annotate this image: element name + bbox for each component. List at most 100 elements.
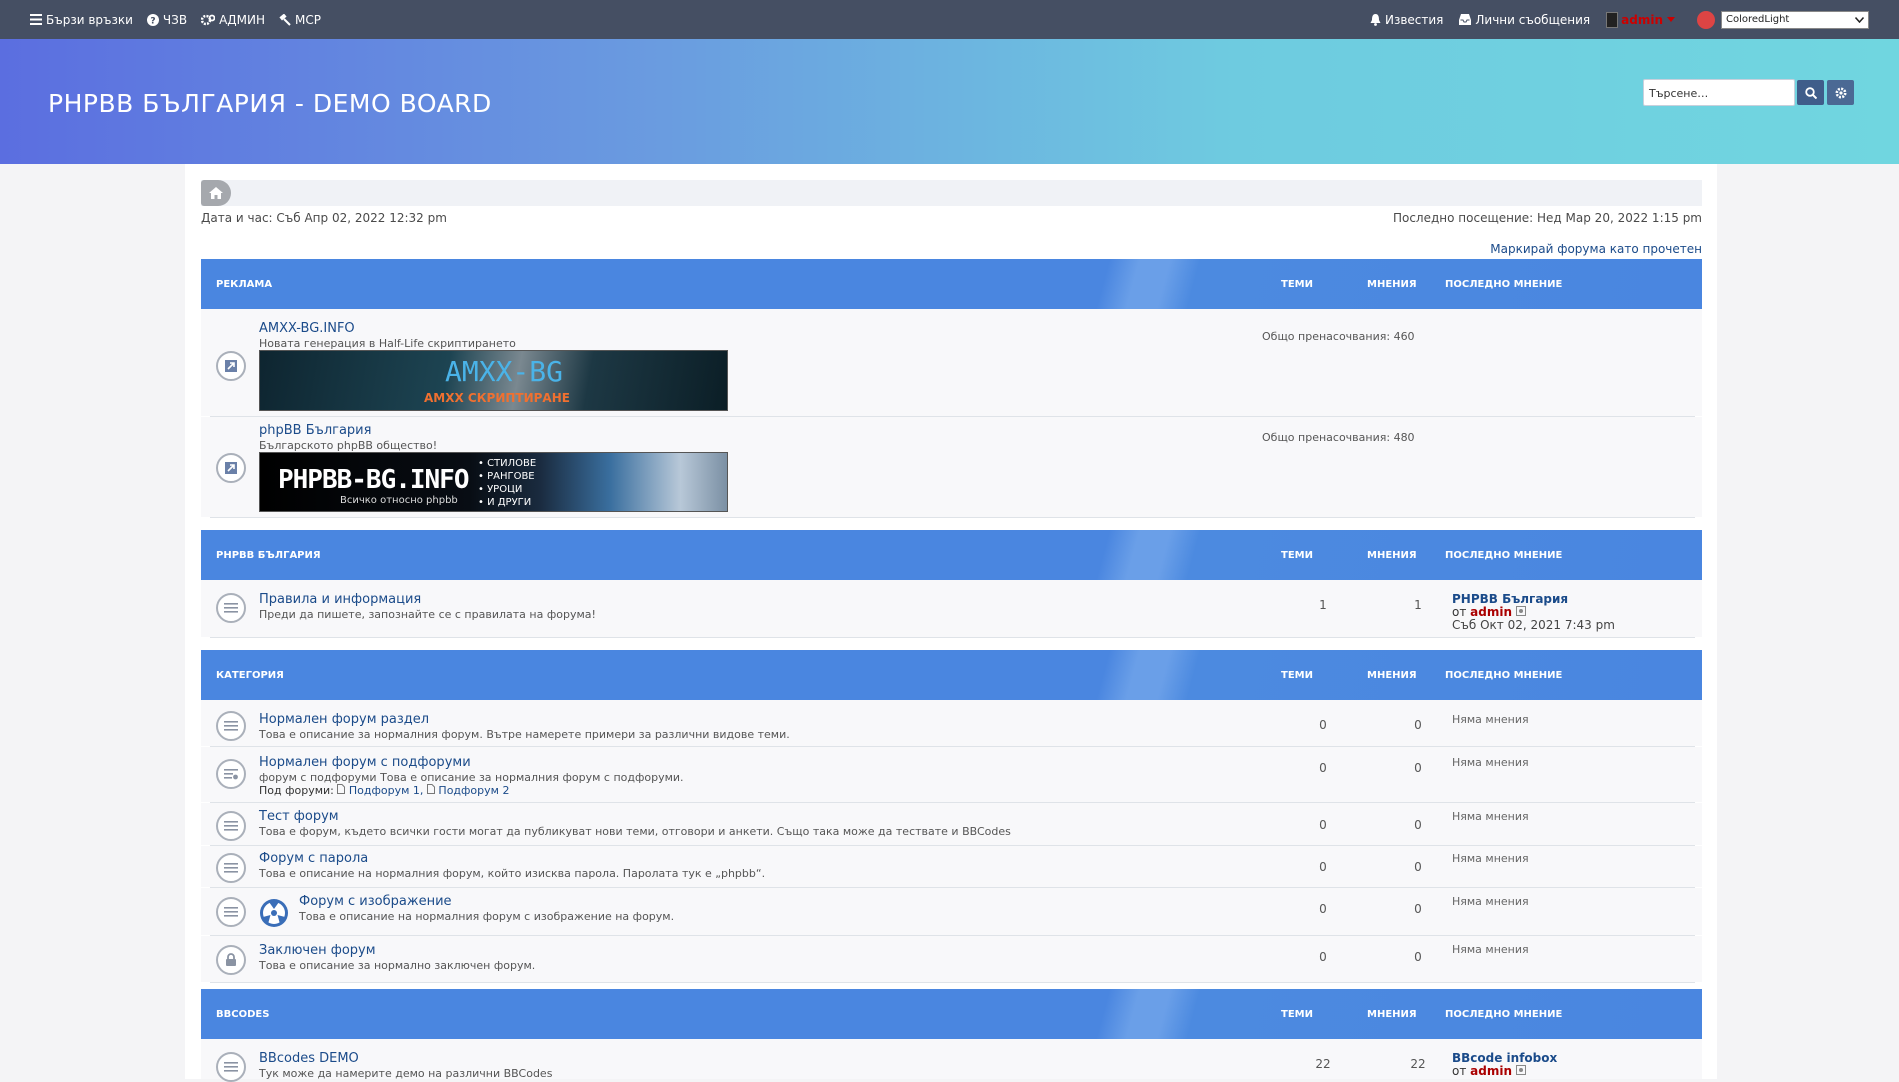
site-title[interactable]: PHPBB БЪЛГАРИЯ - DEMO BOARD xyxy=(48,89,492,118)
no-posts-label: Няма мнения xyxy=(1452,943,1529,956)
forum-read-icon xyxy=(216,711,246,741)
posts-count: 0 xyxy=(1414,761,1422,775)
forum-row: Форум с изображение Това е описание на н… xyxy=(201,888,1702,935)
view-post-icon[interactable] xyxy=(1515,1065,1526,1075)
username: admin xyxy=(1621,12,1663,27)
phpbb-bg-banner-image[interactable]: PHPBB-BG.INFO Всичко относно phpbb • СТИ… xyxy=(259,452,728,512)
style-switcher-select[interactable]: ColoredLight xyxy=(1721,10,1869,29)
topics-count: 0 xyxy=(1319,902,1327,916)
forum-title[interactable]: Заключен форум xyxy=(259,943,376,958)
notifications-link[interactable]: Известия xyxy=(1370,13,1443,27)
forum-title[interactable]: AMXX-BG.INFO xyxy=(259,321,355,336)
forum-title[interactable]: Нормален форум раздел xyxy=(259,712,429,727)
topics-count: 0 xyxy=(1319,950,1327,964)
redirect-icon xyxy=(225,462,237,474)
faq-link[interactable]: ? ЧЗВ xyxy=(146,12,188,27)
topics-icon xyxy=(224,863,238,873)
posts-count: 0 xyxy=(1414,950,1422,964)
no-posts-label: Няма мнения xyxy=(1452,810,1529,823)
topics-count: 0 xyxy=(1319,761,1327,775)
by-label: от xyxy=(1452,1064,1467,1078)
mcp-link[interactable]: МСР xyxy=(279,13,321,27)
search-icon xyxy=(1804,86,1817,99)
chevron-down-icon xyxy=(1855,16,1864,23)
forum-read-icon xyxy=(216,897,246,927)
banner-list-item: • СТИЛОВЕ xyxy=(478,458,537,469)
subforum-link[interactable]: Подфорум 2 xyxy=(438,784,509,797)
forum-title[interactable]: Форум с изображение xyxy=(299,894,452,909)
last-post-user[interactable]: admin xyxy=(1470,605,1512,619)
subforum-topics-icon xyxy=(224,769,238,780)
forum-title[interactable]: Форум с парола xyxy=(259,851,368,866)
last-visit: Последно посещение: Нед Мар 20, 2022 1:1… xyxy=(1392,211,1702,225)
question-circle-icon: ? xyxy=(146,13,159,26)
category-title[interactable]: РЕКЛАМА xyxy=(216,279,272,290)
column-last-post: ПОСЛЕДНО МНЕНИЕ xyxy=(1445,279,1563,290)
home-breadcrumb-button[interactable] xyxy=(201,180,231,206)
cogs-icon xyxy=(201,14,216,25)
advanced-search-button[interactable] xyxy=(1827,80,1854,105)
quick-links-menu[interactable]: Бързи връзки xyxy=(30,13,133,27)
column-posts: МНЕНИЯ xyxy=(1367,670,1417,681)
forum-title[interactable]: BBcodes DEMO xyxy=(259,1051,359,1066)
view-post-icon[interactable] xyxy=(1515,606,1526,616)
redirect-icon xyxy=(225,360,237,372)
forum-row: Тест форум Това е форум, където всички г… xyxy=(201,803,1702,845)
forum-subforum-icon xyxy=(216,759,246,789)
forum-row: Правила и информация Преди да пишете, за… xyxy=(201,580,1702,637)
forum-description: Това е описание за нормалния форум. Вътр… xyxy=(259,728,790,741)
svg-text:?: ? xyxy=(150,16,155,26)
divider xyxy=(210,982,1695,983)
quick-links-label: Бързи връзки xyxy=(46,12,133,27)
column-topics: ТЕМИ xyxy=(1281,1009,1313,1020)
column-posts: МНЕНИЯ xyxy=(1367,279,1417,290)
subforum-link[interactable]: Подфорум 1, xyxy=(349,784,424,797)
forum-description: Тук може да намерите демо на различни BB… xyxy=(259,1067,553,1080)
notifications-label: Известия xyxy=(1384,12,1444,27)
home-icon xyxy=(209,187,223,199)
search-button[interactable] xyxy=(1797,80,1824,105)
private-messages-link[interactable]: Лични съобщения xyxy=(1459,13,1590,27)
topics-icon xyxy=(224,907,238,917)
forum-read-icon xyxy=(216,811,246,841)
category-title[interactable]: PHPBB БЪЛГАРИЯ xyxy=(216,550,321,561)
avatar xyxy=(1606,11,1619,28)
no-posts-label: Няма мнения xyxy=(1452,852,1529,865)
column-last-post: ПОСЛЕДНО МНЕНИЕ xyxy=(1445,670,1563,681)
forum-title[interactable]: Правила и информация xyxy=(259,592,421,607)
private-messages-label: Лични съобщения xyxy=(1475,12,1591,27)
user-menu[interactable]: admin xyxy=(1606,11,1679,28)
last-post-title[interactable]: BBcode infobox xyxy=(1452,1051,1557,1065)
last-post-user[interactable]: admin xyxy=(1470,1064,1512,1078)
file-icon xyxy=(426,784,435,794)
admin-link[interactable]: АДМИН xyxy=(201,13,265,27)
style-switcher-icon xyxy=(1697,10,1715,29)
forum-title[interactable]: Нормален форум с подфоруми xyxy=(259,755,471,770)
forum-title[interactable]: phpBB България xyxy=(259,423,371,438)
category-title[interactable]: КАТЕГОРИЯ xyxy=(216,670,284,681)
forum-title[interactable]: Тест форум xyxy=(259,809,339,824)
amxx-banner-image[interactable]: AMXX-BG AMXX СКРИПТИРАНЕ xyxy=(259,350,728,411)
posts-count: 0 xyxy=(1414,818,1422,832)
forum-read-icon xyxy=(216,853,246,883)
banner-subtitle: AMXX СКРИПТИРАНЕ xyxy=(424,391,570,405)
mark-forums-read-link[interactable]: Маркирай форума като прочетен xyxy=(1490,242,1702,256)
category-title[interactable]: BBCODES xyxy=(216,1009,269,1020)
faq-label: ЧЗВ xyxy=(162,12,188,27)
last-post-author: от admin xyxy=(1452,1064,1526,1078)
last-post-date: Съб Окт 02, 2021 7:43 pm xyxy=(1452,618,1615,632)
topics-icon xyxy=(224,1062,238,1072)
column-topics: ТЕМИ xyxy=(1281,670,1313,681)
top-navbar: Бързи връзки ? ЧЗВ АДМИН МСР Известия Ли… xyxy=(0,0,1899,39)
subforums-label: Под форуми: xyxy=(259,784,334,797)
last-post-title[interactable]: PHPBB България xyxy=(1452,592,1568,606)
lock-icon xyxy=(226,953,236,966)
forum-row: BBcodes DEMO Тук може да намерите демо н… xyxy=(201,1039,1702,1082)
file-icon xyxy=(337,784,346,794)
no-posts-label: Няма мнения xyxy=(1452,756,1529,769)
forum-description: Българското phpBB общество! xyxy=(259,439,438,452)
search-input[interactable]: Търсене… xyxy=(1643,79,1795,106)
column-topics: ТЕМИ xyxy=(1281,279,1313,290)
column-posts: МНЕНИЯ xyxy=(1367,550,1417,561)
forum-link-icon xyxy=(216,351,246,381)
